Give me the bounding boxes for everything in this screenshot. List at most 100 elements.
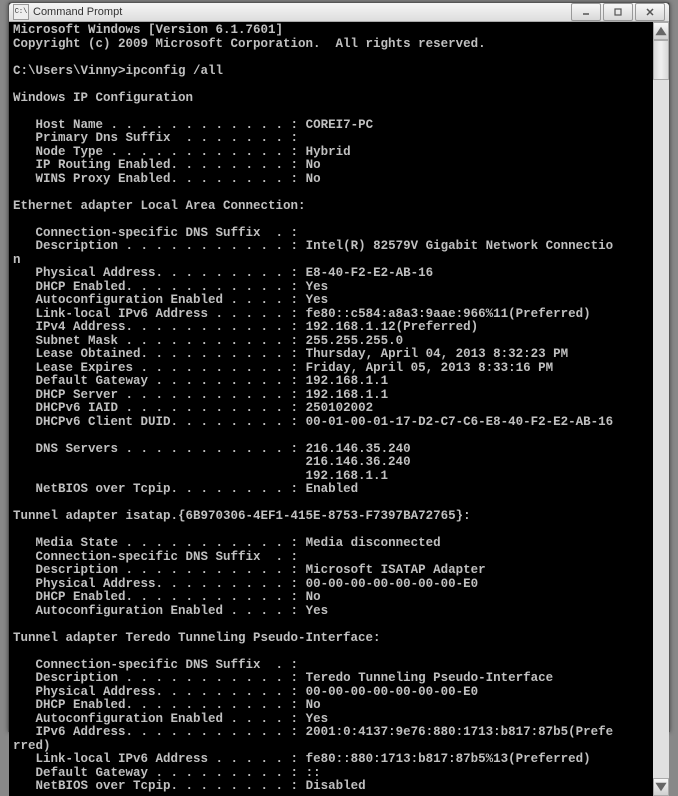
terminal-output[interactable]: Microsoft Windows [Version 6.1.7601] Cop… [9,22,653,796]
heading-ipconfig: Windows IP Configuration [13,91,193,105]
heading-teredo: Tunnel adapter Teredo Tunneling Pseudo-I… [13,631,381,645]
ter-phys-label: Physical Address. . . . . . . . . : [13,685,306,699]
scroll-up-button[interactable] [653,22,669,40]
prompt-line: C:\Users\Vinny>ipconfig /all [13,64,223,78]
eth-ipv4-label: IPv4 Address. . . . . . . . . . . : [13,320,306,334]
eth-dns3-value: 192.168.1.1 [13,469,388,483]
scroll-down-button[interactable] [653,778,669,796]
winsproxy-label: WINS Proxy Enabled. . . . . . . . : [13,172,306,186]
eth-gateway-value: 192.168.1.1 [306,374,389,388]
eth-leaseexp-value: Friday, April 05, 2013 8:33:16 PM [306,361,554,375]
eth-autoconf-value: Yes [306,293,329,307]
content-area: Microsoft Windows [Version 6.1.7601] Cop… [9,22,669,796]
ter-gateway-label: Default Gateway . . . . . . . . . : [13,766,306,780]
ter-phys-value: 00-00-00-00-00-00-00-E0 [306,685,479,699]
window-title: Command Prompt [33,6,571,18]
eth-linklocal-label: Link-local IPv6 Address . . . . . : [13,307,306,321]
eth-dns2-value: 216.146.36.240 [13,455,411,469]
isa-media-label: Media State . . . . . . . . . . . : [13,536,306,550]
eth-phys-value: E8-40-F2-E2-AB-16 [306,266,434,280]
isa-autoconf-label: Autoconfiguration Enabled . . . . : [13,604,306,618]
eth-subnet-label: Subnet Mask . . . . . . . . . . . : [13,334,306,348]
eth-iaid-label: DHCPv6 IAID . . . . . . . . . . . : [13,401,306,415]
eth-dns1-value: 216.146.35.240 [306,442,411,456]
nodetype-value: Hybrid [306,145,351,159]
eth-iaid-value: 250102002 [306,401,374,415]
ter-linklocal-label: Link-local IPv6 Address . . . . . : [13,752,306,766]
scrollbar-thumb[interactable] [653,40,669,80]
hostname-label: Host Name . . . . . . . . . . . . : [13,118,306,132]
ter-linklocal-value: fe80::880:1713:b817:87b5%13(Preferred) [306,752,591,766]
scrollbar-track[interactable] [653,40,669,778]
ter-ipv6-wrap: rred) [13,739,51,753]
ter-autoconf-label: Autoconfiguration Enabled . . . . : [13,712,306,726]
ter-netbios-value: Disabled [306,779,366,793]
eth-duid-label: DHCPv6 Client DUID. . . . . . . . : [13,415,306,429]
minimize-button[interactable] [571,3,601,21]
eth-dhcp-value: Yes [306,280,329,294]
isa-conndns-label: Connection-specific DNS Suffix . : [13,550,298,564]
eth-ipv4-value: 192.168.1.12(Preferred) [306,320,479,334]
iprouting-label: IP Routing Enabled. . . . . . . . : [13,158,306,172]
eth-desc-wrap: n [13,253,21,267]
eth-phys-label: Physical Address. . . . . . . . . : [13,266,306,280]
nodetype-label: Node Type . . . . . . . . . . . . : [13,145,306,159]
ter-dhcp-value: No [306,698,321,712]
isa-media-value: Media disconnected [306,536,441,550]
eth-leaseexp-label: Lease Expires . . . . . . . . . . : [13,361,306,375]
winsproxy-value: No [306,172,321,186]
iprouting-value: No [306,158,321,172]
chevron-up-icon [654,24,668,38]
cmd-icon-label: C:\ [15,8,28,16]
eth-desc-value: Intel(R) 82579V Gigabit Network Connecti… [306,239,614,253]
eth-dhcpsrv-label: DHCP Server . . . . . . . . . . . : [13,388,306,402]
close-icon [645,7,655,17]
eth-leaseobt-value: Thursday, April 04, 2013 8:32:23 PM [306,347,569,361]
eth-autoconf-label: Autoconfiguration Enabled . . . . : [13,293,306,307]
ter-dhcp-label: DHCP Enabled. . . . . . . . . . . : [13,698,306,712]
heading-isatap: Tunnel adapter isatap.{6B970306-4EF1-415… [13,509,471,523]
eth-linklocal-value: fe80::c584:a8a3:9aae:966%11(Preferred) [306,307,591,321]
maximize-button[interactable] [603,3,633,21]
ter-desc-label: Description . . . . . . . . . . . : [13,671,306,685]
isa-desc-label: Description . . . . . . . . . . . : [13,563,306,577]
eth-duid-value: 00-01-00-01-17-D2-C7-C6-E8-40-F2-E2-AB-1… [306,415,614,429]
isa-autoconf-value: Yes [306,604,329,618]
isa-phys-label: Physical Address. . . . . . . . . : [13,577,306,591]
scrollbar[interactable] [653,22,669,796]
ter-netbios-label: NetBIOS over Tcpip. . . . . . . . : [13,779,306,793]
close-button[interactable] [635,3,665,21]
ter-conndns-label: Connection-specific DNS Suffix . : [13,658,298,672]
banner-line-1: Microsoft Windows [Version 6.1.7601] [13,23,283,37]
eth-conndns-label: Connection-specific DNS Suffix . : [13,226,298,240]
isa-phys-value: 00-00-00-00-00-00-00-E0 [306,577,479,591]
ter-ipv6-value: 2001:0:4137:9e76:880:1713:b817:87b5(Pref… [306,725,614,739]
chevron-down-icon [654,780,668,794]
command-prompt-window: C:\ Command Prompt Microsoft Windows [Ve… [8,2,670,732]
ter-gateway-value: :: [306,766,321,780]
banner-line-2: Copyright (c) 2009 Microsoft Corporation… [13,37,486,51]
isa-desc-value: Microsoft ISATAP Adapter [306,563,486,577]
eth-desc-label: Description . . . . . . . . . . . : [13,239,306,253]
eth-dns-label: DNS Servers . . . . . . . . . . . : [13,442,306,456]
isa-dhcp-value: No [306,590,321,604]
maximize-icon [613,7,623,17]
window-buttons [571,3,665,21]
eth-dhcpsrv-value: 192.168.1.1 [306,388,389,402]
ter-ipv6-label: IPv6 Address. . . . . . . . . . . : [13,725,306,739]
heading-ethernet: Ethernet adapter Local Area Connection: [13,199,306,213]
eth-leaseobt-label: Lease Obtained. . . . . . . . . . : [13,347,306,361]
eth-subnet-value: 255.255.255.0 [306,334,404,348]
titlebar[interactable]: C:\ Command Prompt [9,3,669,22]
eth-netbios-label: NetBIOS over Tcpip. . . . . . . . : [13,482,306,496]
ter-autoconf-value: Yes [306,712,329,726]
isa-dhcp-label: DHCP Enabled. . . . . . . . . . . : [13,590,306,604]
ter-desc-value: Teredo Tunneling Pseudo-Interface [306,671,554,685]
hostname-value: COREI7-PC [306,118,374,132]
cmd-icon: C:\ [13,4,29,20]
eth-dhcp-label: DHCP Enabled. . . . . . . . . . . : [13,280,306,294]
eth-netbios-value: Enabled [306,482,359,496]
eth-gateway-label: Default Gateway . . . . . . . . . : [13,374,306,388]
minimize-icon [581,7,591,17]
primarydns-label: Primary Dns Suffix . . . . . . . : [13,131,298,145]
